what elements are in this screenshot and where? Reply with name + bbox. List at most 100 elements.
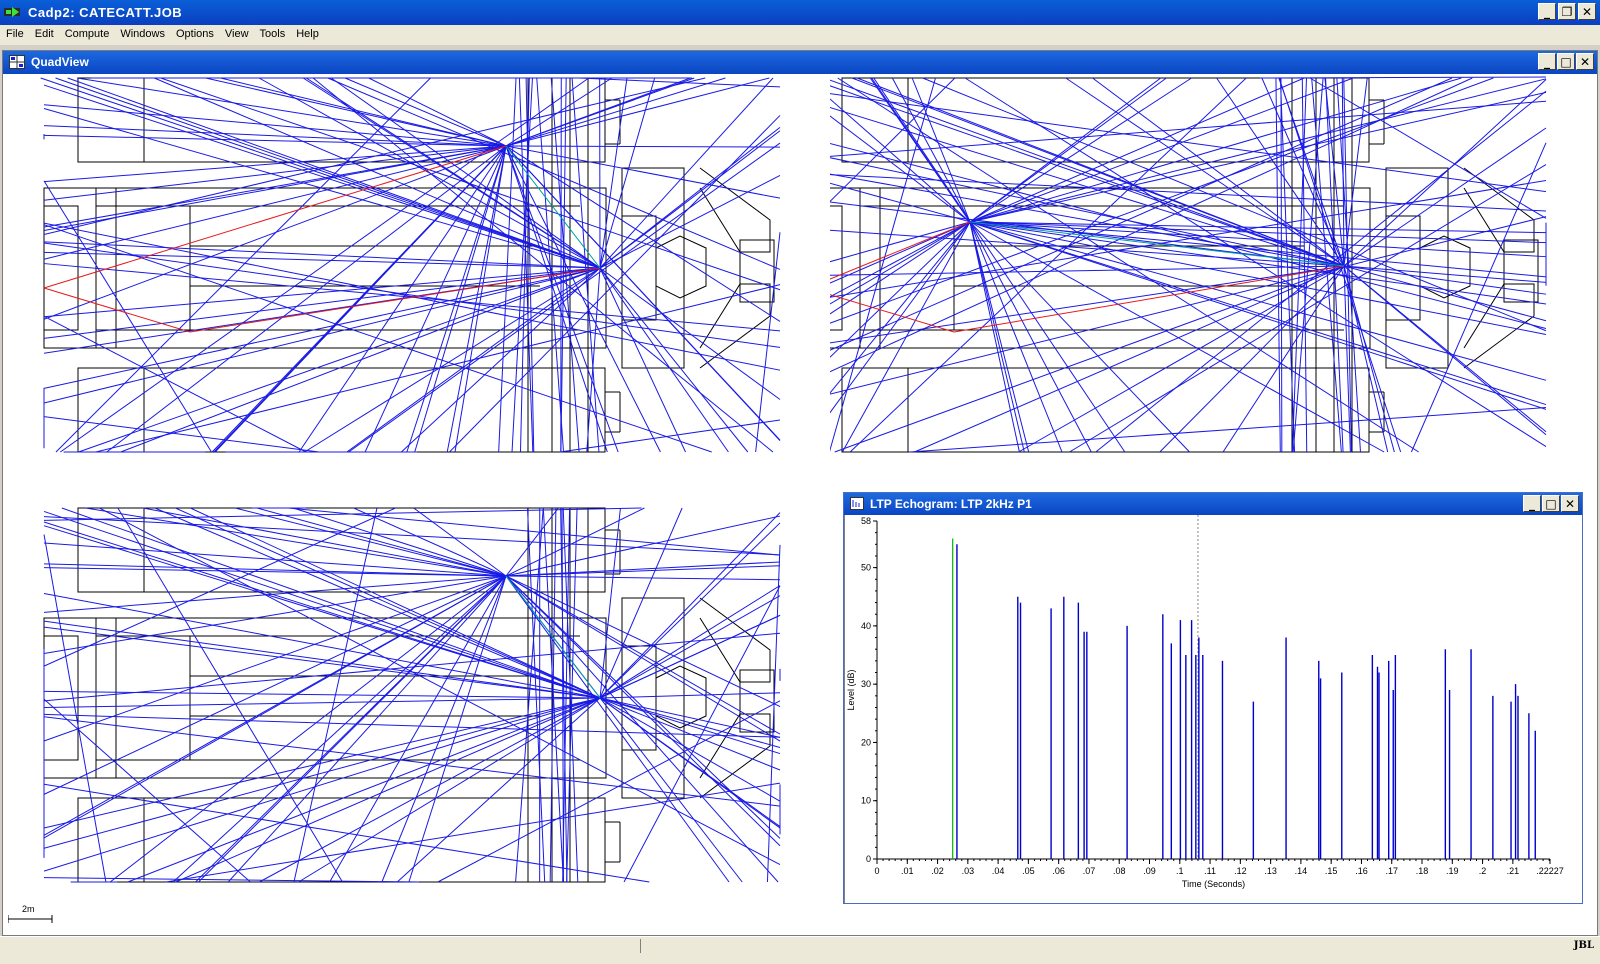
quadview-icon — [9, 55, 25, 69]
plan-line — [1275, 77, 1281, 453]
plan-view-top-left[interactable] — [40, 76, 800, 462]
plan-wall — [699, 713, 771, 799]
app-restore-button[interactable]: ❐ — [1558, 3, 1576, 20]
plan-wall — [143, 367, 606, 453]
x-tick-label: .1 — [1176, 866, 1184, 876]
x-tick-label: 0 — [874, 866, 879, 876]
plan-line — [43, 716, 781, 807]
plan-line — [43, 267, 601, 318]
x-tick-label: .18 — [1416, 866, 1429, 876]
x-tick-label: .03 — [962, 866, 975, 876]
plan-line — [579, 77, 781, 88]
plan-line — [288, 507, 781, 556]
quadview-maximize-button[interactable]: □ — [1557, 53, 1575, 70]
plan-line — [1092, 77, 1345, 267]
plan-view-top-right[interactable] — [830, 76, 1592, 462]
menu-windows[interactable]: Windows — [114, 25, 170, 45]
plan-line — [599, 507, 621, 699]
echogram-minimize-button[interactable]: _ — [1523, 495, 1541, 512]
app-minimize-button[interactable]: _ — [1538, 3, 1556, 20]
plan-wall — [655, 665, 707, 729]
menu-help[interactable]: Help — [290, 25, 324, 45]
menu-view[interactable]: View — [219, 25, 254, 45]
plan-wall — [830, 205, 843, 331]
plan-wall — [830, 187, 881, 349]
plan-line — [1343, 79, 1547, 267]
x-tick-label: .06 — [1052, 866, 1065, 876]
echogram-icon — [850, 497, 864, 510]
menu-options[interactable]: Options — [170, 25, 219, 45]
plan-line — [830, 265, 1345, 344]
x-tick-label: .19 — [1446, 866, 1459, 876]
scale-bar-line — [8, 915, 53, 923]
x-tick-label: .22227 — [1536, 866, 1564, 876]
x-tick-label: .01 — [901, 866, 914, 876]
menu-file[interactable]: File — [0, 25, 29, 45]
plan-wall — [699, 167, 771, 253]
plan-line — [505, 575, 781, 707]
plan-wall — [621, 167, 685, 369]
y-tick-label: 58 — [861, 516, 871, 526]
plan-line — [43, 592, 601, 699]
plan-wall — [1463, 283, 1535, 369]
plan-line — [830, 221, 971, 394]
plan-line — [599, 174, 781, 269]
x-tick-label: .11 — [1204, 866, 1216, 876]
plan-line — [172, 575, 507, 883]
plan-line — [599, 267, 686, 453]
x-tick-label: .12 — [1234, 866, 1247, 876]
plan-wall — [43, 187, 117, 349]
echogram-title-bar[interactable]: LTP Echogram: LTP 2kHz P1 _ □ ✕ — [844, 493, 1582, 515]
quadview-close-button[interactable]: ✕ — [1576, 53, 1594, 70]
plan-line — [755, 232, 781, 453]
status-brand: JBL — [1573, 940, 1594, 951]
plan-line — [109, 575, 507, 883]
plan-line — [330, 77, 601, 269]
menu-compute[interactable]: Compute — [59, 25, 115, 45]
plan-line — [969, 221, 1030, 453]
plan-wall — [699, 283, 771, 369]
app-icon — [4, 7, 20, 17]
plan-line — [1095, 90, 1547, 453]
y-tick-label: 0 — [866, 854, 871, 864]
plan-line — [505, 145, 781, 148]
plan-line — [505, 575, 779, 883]
plan-view-bottom-left[interactable] — [40, 506, 800, 896]
echogram-chart[interactable]: 0 10 20 30 40 50 58 0 .01 .02 .03 .04 .05 .06 .07 .08 .0… — [844, 515, 1582, 903]
plan-line — [43, 567, 507, 577]
app-close-button[interactable]: ✕ — [1578, 3, 1596, 20]
quadview-title-bar[interactable]: QuadView _ □ ✕ — [3, 51, 1597, 74]
plan-drawing-top-left — [40, 77, 781, 453]
x-tick-label: .15 — [1325, 866, 1338, 876]
x-tick-label: .08 — [1113, 866, 1126, 876]
plan-line — [353, 507, 507, 577]
quadview-minimize-button[interactable]: _ — [1538, 53, 1556, 70]
menu-tools[interactable]: Tools — [254, 25, 291, 45]
plan-line — [78, 267, 601, 453]
plan-line — [969, 221, 1547, 305]
plan-line — [43, 698, 251, 883]
plan-line — [43, 575, 507, 839]
plan-line — [43, 697, 601, 829]
plan-line — [830, 77, 956, 203]
plan-wall — [841, 367, 1370, 453]
echogram-maximize-button[interactable]: □ — [1542, 495, 1560, 512]
plan-line — [969, 221, 1092, 453]
plan-geometry — [830, 76, 1547, 453]
plan-line — [505, 145, 601, 269]
plan-line — [43, 697, 601, 709]
x-tick-label: .07 — [1083, 866, 1096, 876]
plan-line — [43, 180, 212, 453]
plan-line — [61, 507, 601, 699]
menu-edit[interactable]: Edit — [29, 25, 59, 45]
plan-line — [1260, 76, 1547, 79]
y-tick-label: 10 — [861, 796, 871, 806]
x-axis-label: Time (Seconds) — [1182, 879, 1245, 889]
plan-line — [891, 77, 971, 223]
x-tick-label: .04 — [992, 866, 1005, 876]
echogram-close-button[interactable]: ✕ — [1561, 495, 1579, 512]
plan-line — [43, 510, 601, 699]
x-tick-label: .09 — [1143, 866, 1156, 876]
plan-line — [969, 78, 1547, 223]
x-tick-label: .16 — [1355, 866, 1368, 876]
